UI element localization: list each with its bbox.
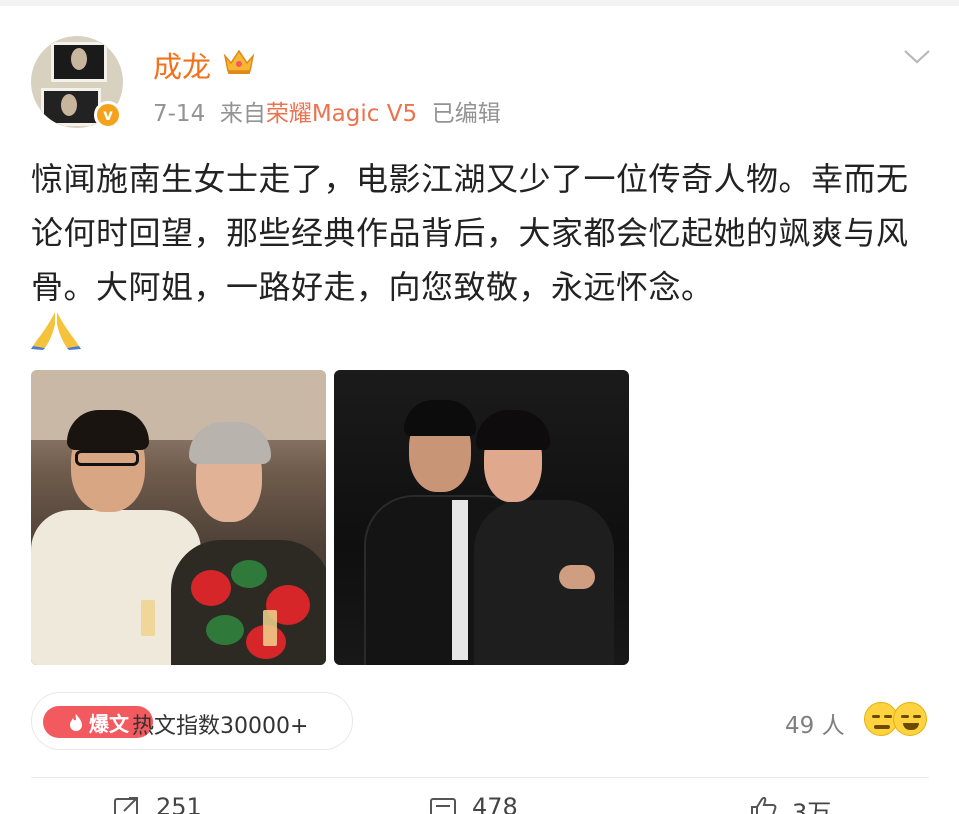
repost-count: 251 xyxy=(156,793,202,814)
comment-button[interactable]: 478 xyxy=(428,793,518,814)
repost-icon xyxy=(114,797,138,814)
champagne-glass xyxy=(263,610,277,646)
comment-count: 478 xyxy=(472,793,518,814)
crown-icon xyxy=(223,49,255,74)
laughing-face-icon xyxy=(893,702,927,736)
post-photo-1[interactable] xyxy=(31,370,326,665)
chevron-down-icon[interactable] xyxy=(902,44,932,68)
repost-button[interactable]: 251 xyxy=(112,793,202,814)
hot-index-text: 热文指数30000+ xyxy=(132,714,309,739)
verified-badge-icon: v xyxy=(94,101,122,129)
post-meta: 7-14 来自荣耀Magic V5 已编辑 xyxy=(153,94,501,128)
champagne-glass xyxy=(141,600,155,636)
author-name[interactable]: 成龙 xyxy=(153,44,211,86)
like-button[interactable]: 3万 xyxy=(748,793,831,814)
flame-icon xyxy=(70,714,82,731)
thumbs-up-icon xyxy=(751,796,777,814)
post-text: 惊闻施南生女士走了，电影江湖又少了一位传奇人物。幸而无论何时回望，那些经典作品背… xyxy=(31,160,909,306)
like-count: 3万 xyxy=(792,799,832,814)
source-device[interactable]: 荣耀Magic V5 xyxy=(266,101,417,127)
source-prefix: 来自 xyxy=(219,101,266,127)
hot-index-pill[interactable]: 爆文 热文指数30000+ xyxy=(31,692,353,750)
avatar-face-top xyxy=(71,48,87,70)
avatar-face-bottom xyxy=(61,94,77,116)
post-photo-2[interactable] xyxy=(334,370,629,665)
pray-emoji-icon xyxy=(31,312,81,350)
top-strip xyxy=(0,0,959,6)
hot-badge-label: 爆文 xyxy=(89,711,129,736)
reaction-count[interactable]: 49 人 xyxy=(785,706,845,740)
comment-icon xyxy=(430,798,456,814)
divider xyxy=(31,777,929,778)
post-date: 7-14 xyxy=(153,101,206,127)
edited-label[interactable]: 已编辑 xyxy=(432,101,501,127)
